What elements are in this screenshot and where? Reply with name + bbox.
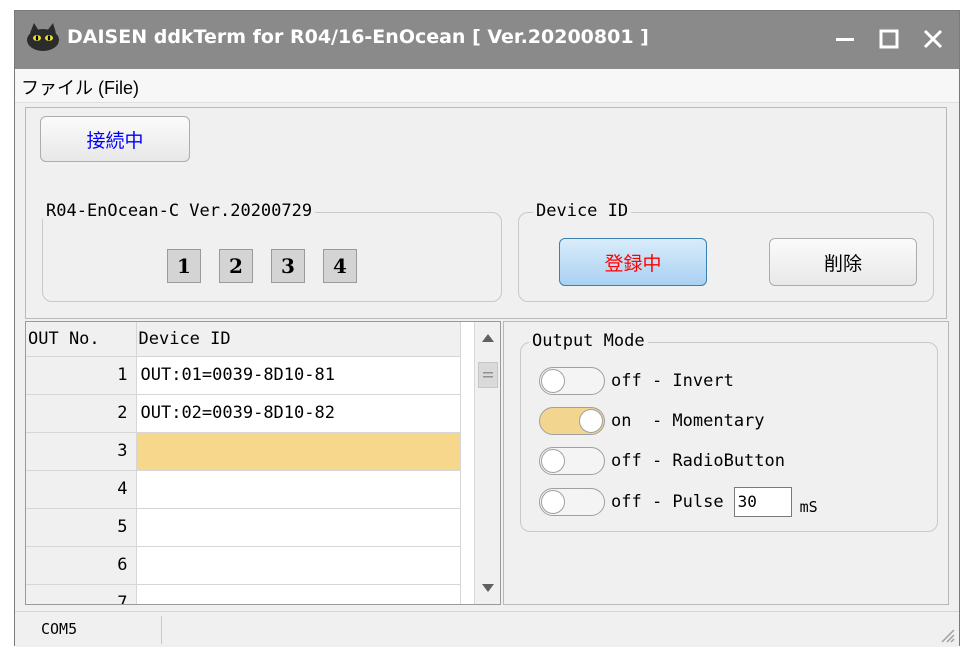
table-row[interactable]: 4 [26, 470, 461, 509]
title-bar[interactable]: DAISEN ddkTerm for R04/16-EnOcean [ Ver.… [15, 11, 959, 69]
close-button[interactable] [915, 21, 951, 57]
menu-file[interactable]: ファイル (File) [21, 74, 139, 100]
pulse-duration-input[interactable]: 30 [733, 487, 792, 517]
output-mode-panel: Output Mode off - Invert on - Momentary … [503, 321, 949, 605]
output-mode-group: Output Mode off - Invert on - Momentary … [520, 331, 938, 532]
pulse-label: off - Pulse [611, 492, 724, 512]
device-grid: OUT No. Device ID 1 OUT:01=0039-8D10-81 … [25, 321, 501, 605]
row-number: 4 [26, 470, 137, 509]
scroll-down-button[interactable] [475, 574, 500, 602]
column-header-out-no[interactable]: OUT No. [26, 322, 137, 357]
mode-row-invert: off - Invert [539, 367, 734, 395]
maximize-icon [879, 29, 899, 49]
device-id-cell[interactable] [136, 508, 461, 547]
device-id-cell[interactable] [136, 584, 461, 604]
window-title: DAISEN ddkTerm for R04/16-EnOcean [ Ver.… [67, 26, 649, 48]
column-header-device-id[interactable]: Device ID [136, 322, 461, 357]
device-id-legend: Device ID [533, 201, 632, 221]
menu-bar: ファイル (File) [15, 69, 959, 103]
channel-indicator-4: 4 [323, 249, 357, 283]
toggle-knob [541, 449, 565, 473]
mode-row-pulse: off - Pulse 30 mS [539, 487, 818, 517]
row-number: 5 [26, 508, 137, 547]
row-number: 1 [26, 356, 137, 395]
vertical-scrollbar[interactable] [474, 322, 500, 604]
status-com-port: COM5 [41, 620, 78, 638]
device-id-group: Device ID 登録中 削除 [518, 201, 934, 302]
row-number: 2 [26, 394, 137, 433]
device-id-cell[interactable]: OUT:01=0039-8D10-81 [136, 356, 461, 395]
momentary-toggle[interactable] [539, 407, 605, 435]
invert-label: off - Invert [611, 371, 734, 391]
mode-row-radiobutton: off - RadioButton [539, 447, 785, 475]
version-group: R04-EnOcean-C Ver.20200729 1 2 3 4 [42, 201, 502, 302]
close-icon [923, 29, 943, 49]
row-number: 6 [26, 546, 137, 585]
status-divider [161, 616, 162, 644]
pulse-unit-label: mS [799, 498, 818, 516]
device-table: OUT No. Device ID 1 OUT:01=0039-8D10-81 … [26, 322, 461, 604]
toggle-knob [541, 369, 565, 393]
mode-row-momentary: on - Momentary [539, 407, 765, 435]
status-bar: COM5 [15, 611, 959, 647]
device-id-cell[interactable]: OUT:02=0039-8D10-82 [136, 394, 461, 433]
channel-indicator-2: 2 [219, 249, 253, 283]
row-number: 7 [26, 584, 137, 604]
minimize-icon [836, 38, 854, 41]
control-panel: 接続中 R04-EnOcean-C Ver.20200729 1 2 3 4 D… [25, 107, 947, 319]
resize-grip-icon[interactable] [937, 625, 955, 643]
arrow-up-icon [482, 334, 494, 342]
arrow-down-icon [482, 584, 494, 592]
cat-icon [27, 23, 59, 51]
table-row-selected[interactable]: 3 [26, 432, 461, 471]
invert-toggle[interactable] [539, 367, 605, 395]
output-mode-legend: Output Mode [529, 331, 648, 351]
table-row[interactable]: 7 [26, 584, 461, 604]
device-id-cell[interactable] [136, 470, 461, 509]
row-number: 3 [26, 432, 137, 471]
pulse-toggle[interactable] [539, 488, 605, 516]
table-row[interactable]: 5 [26, 508, 461, 547]
table-row[interactable]: 6 [26, 546, 461, 585]
device-id-cell[interactable] [136, 432, 461, 471]
momentary-label: on - Momentary [611, 411, 765, 431]
maximize-button[interactable] [871, 21, 907, 57]
toggle-knob [579, 409, 603, 433]
minimize-button[interactable] [827, 21, 863, 57]
grip-lines-icon [483, 372, 493, 378]
device-id-cell[interactable] [136, 546, 461, 585]
table-row[interactable]: 2 OUT:02=0039-8D10-82 [26, 394, 461, 433]
scroll-thumb[interactable] [478, 362, 498, 388]
toggle-knob [541, 490, 565, 514]
version-legend: R04-EnOcean-C Ver.20200729 [43, 201, 316, 221]
delete-button[interactable]: 削除 [769, 238, 917, 286]
connect-button[interactable]: 接続中 [40, 116, 190, 162]
app-window: DAISEN ddkTerm for R04/16-EnOcean [ Ver.… [14, 10, 960, 647]
channel-indicator-3: 3 [271, 249, 305, 283]
table-row[interactable]: 1 OUT:01=0039-8D10-81 [26, 356, 461, 395]
radiobutton-toggle[interactable] [539, 447, 605, 475]
radiobutton-label: off - RadioButton [611, 451, 785, 471]
register-button[interactable]: 登録中 [559, 238, 707, 286]
scroll-up-button[interactable] [475, 324, 500, 352]
channel-indicator-1: 1 [167, 249, 201, 283]
